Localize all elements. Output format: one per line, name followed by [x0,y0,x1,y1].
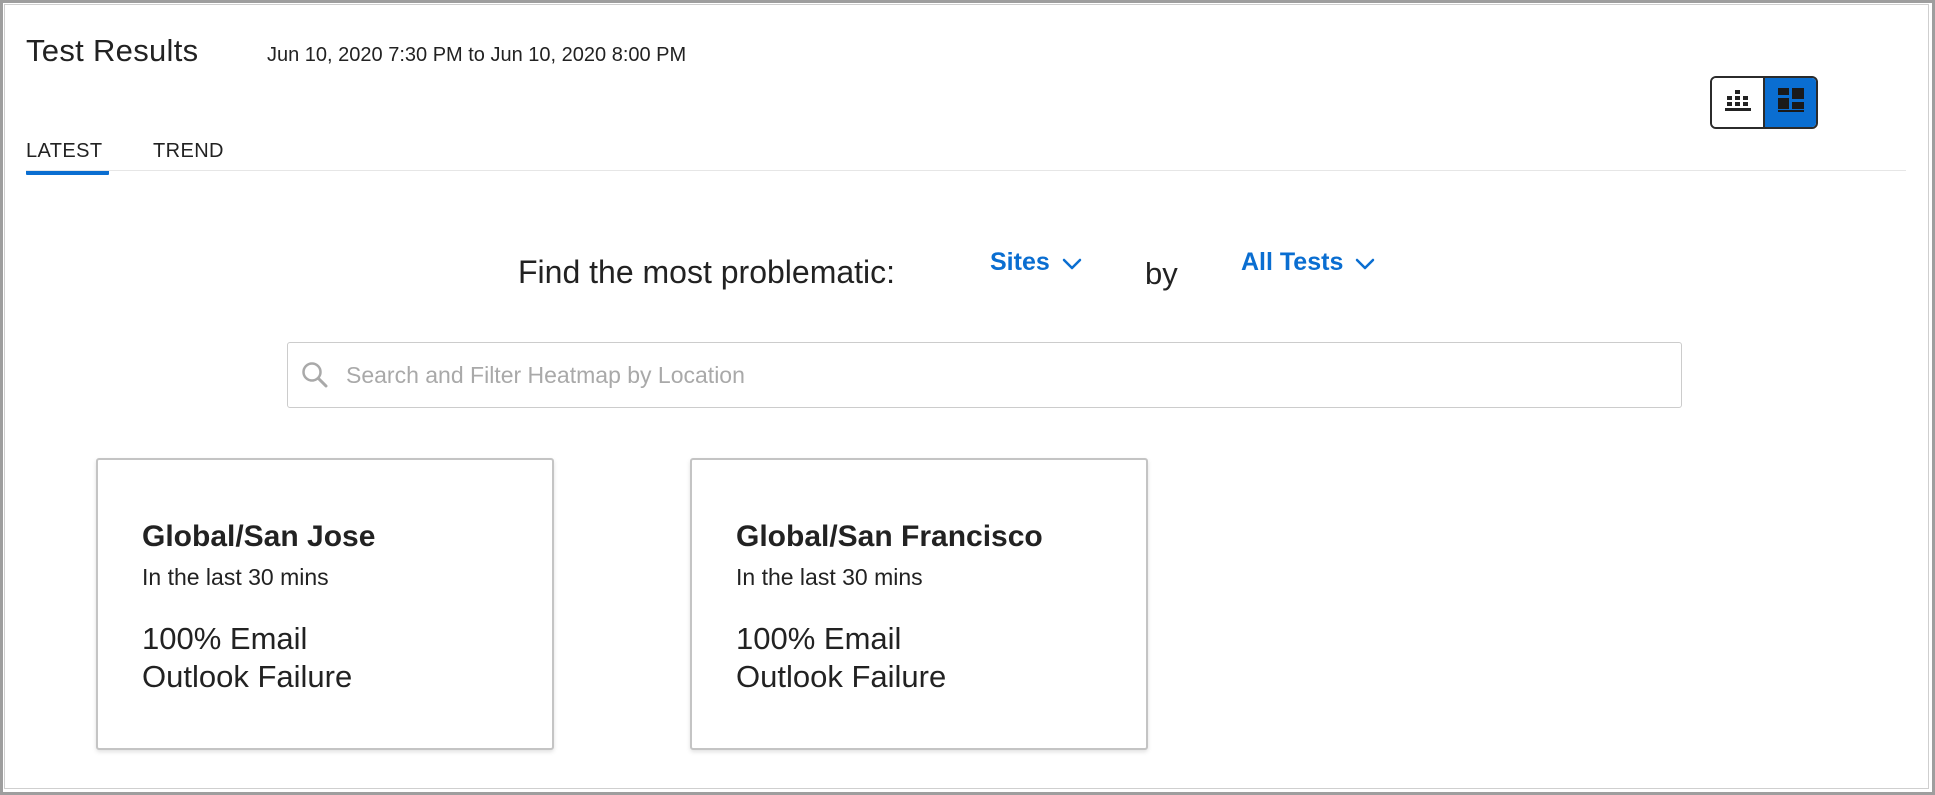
card-metric-line1: 100% Email [736,621,902,656]
scope-dropdown-label: Sites [990,248,1050,276]
heatmap-view-button[interactable] [1712,78,1763,127]
chevron-down-icon [1050,248,1082,277]
search-box [287,342,1682,408]
card-period: In the last 30 mins [142,564,329,590]
search-input[interactable] [346,343,1681,407]
time-range-label: Jun 10, 2020 7:30 PM to Jun 10, 2020 8:0… [267,44,687,66]
card-metric: 100% Email Outlook Failure [142,620,522,696]
card-metric-line2: Outlook Failure [142,659,353,694]
card-view-button[interactable] [1763,78,1816,127]
card-view-icon [1777,88,1804,117]
search-icon [300,360,330,390]
test-dropdown[interactable]: All Tests [1241,248,1375,277]
tabs-divider [26,170,1906,171]
page-title: Test Results [26,33,199,68]
heatmap-grid-icon [1724,89,1751,116]
connector-label: by [1145,256,1178,291]
chevron-down-icon [1343,248,1375,277]
card-location: Global/San Francisco [736,520,1043,553]
location-card[interactable]: Global/San Jose In the last 30 mins 100%… [96,458,554,750]
card-period: In the last 30 mins [736,564,923,590]
scope-dropdown[interactable]: Sites [990,248,1082,277]
finder-label: Find the most problematic: [518,254,896,290]
card-location: Global/San Jose [142,520,376,553]
view-toggle [1710,76,1818,129]
card-metric: 100% Email Outlook Failure [736,620,1116,696]
tab-trend[interactable]: TREND [153,140,224,163]
card-metric-line1: 100% Email [142,621,308,656]
test-dropdown-label: All Tests [1241,248,1344,276]
location-card[interactable]: Global/San Francisco In the last 30 mins… [690,458,1148,750]
tab-latest[interactable]: LATEST [26,140,103,163]
card-metric-line2: Outlook Failure [736,659,947,694]
